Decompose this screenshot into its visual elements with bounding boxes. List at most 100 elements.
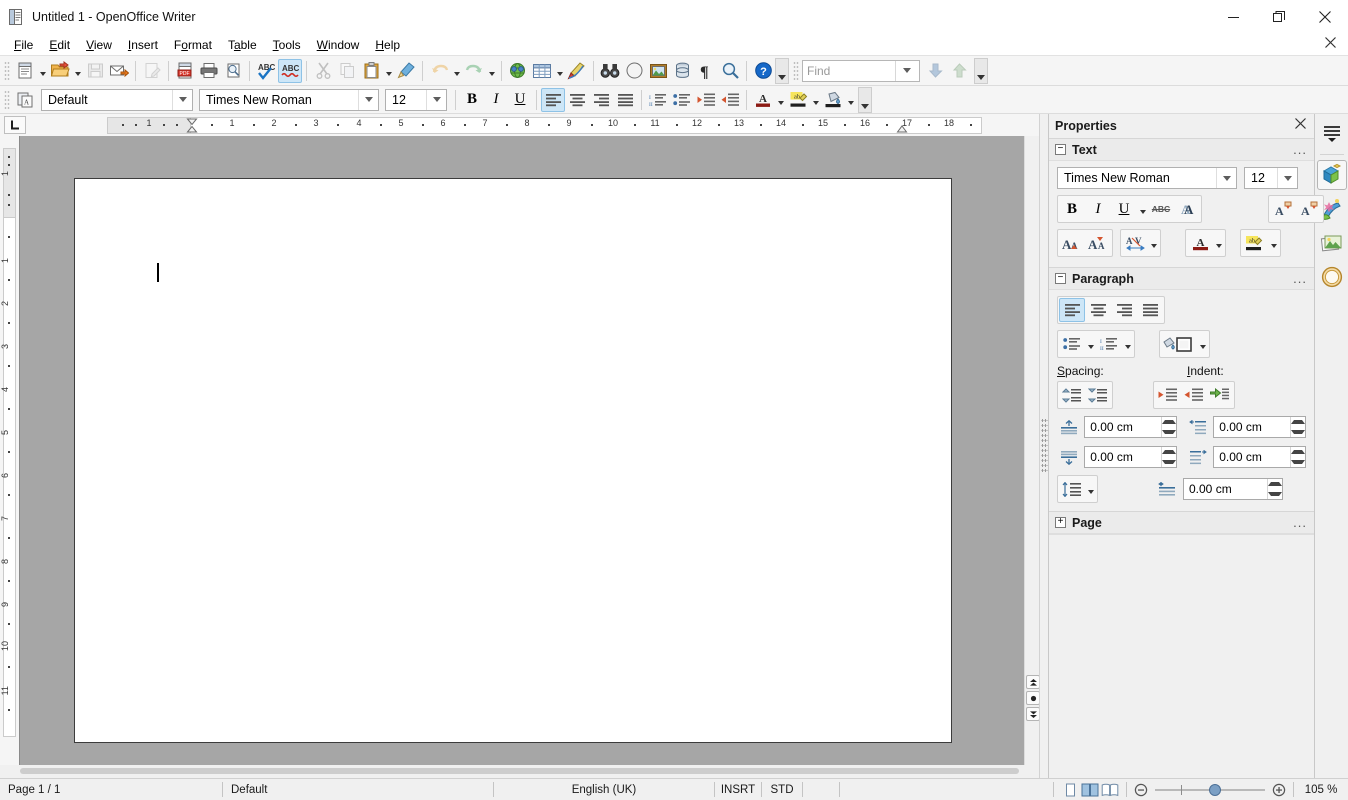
save-button[interactable]	[83, 59, 107, 83]
above-spacing-spinner[interactable]	[1161, 417, 1176, 437]
sidebar-numbered-list-button[interactable]: I II	[1096, 332, 1122, 356]
below-spacing-up[interactable]	[1162, 447, 1176, 457]
sidebar-font-color-dropdown[interactable]	[1213, 231, 1224, 255]
menu-help[interactable]: Help	[367, 35, 408, 55]
help-button[interactable]: ?	[751, 59, 775, 83]
status-page-count[interactable]: Page 1 / 1	[0, 779, 222, 800]
cut-button[interactable]	[311, 59, 335, 83]
paste-button[interactable]	[359, 59, 383, 83]
paragraph-panel-header[interactable]: − Paragraph ...	[1049, 268, 1314, 290]
paste-dropdown[interactable]	[383, 59, 394, 83]
background-color-dropdown[interactable]	[845, 88, 856, 112]
copy-button[interactable]	[335, 59, 359, 83]
sidebar-close-icon[interactable]	[1295, 118, 1306, 132]
increase-indent-button[interactable]	[694, 88, 718, 112]
edit-file-button[interactable]	[140, 59, 164, 83]
sidebar-align-left-button[interactable]	[1059, 298, 1085, 322]
navigator-button[interactable]	[622, 59, 646, 83]
hscroll-track[interactable]	[20, 768, 1019, 774]
line-spacing-dropdown[interactable]	[1085, 477, 1096, 501]
find-previous-button[interactable]	[947, 59, 971, 83]
hanging-indent-button[interactable]	[1207, 383, 1233, 407]
minimize-button[interactable]	[1210, 0, 1256, 34]
sidebar-superscript-button[interactable]: A	[1270, 197, 1296, 221]
email-document-button[interactable]	[107, 59, 131, 83]
before-indent-up[interactable]	[1291, 417, 1305, 427]
status-zoom-value[interactable]: 105 %	[1294, 779, 1348, 800]
sidebar-italic-button[interactable]: I	[1085, 197, 1111, 221]
new-document-button[interactable]	[13, 59, 37, 83]
menu-tools[interactable]: Tools	[265, 35, 309, 55]
restore-button[interactable]	[1256, 0, 1302, 34]
increase-paragraph-spacing-button[interactable]	[1059, 383, 1085, 407]
align-right-button[interactable]	[589, 88, 613, 112]
zoom-slider[interactable]	[1151, 781, 1269, 799]
font-color-dropdown[interactable]	[775, 88, 786, 112]
next-page-button[interactable]	[1026, 707, 1040, 721]
find-replace-button[interactable]	[598, 59, 622, 83]
text-panel-collapse-icon[interactable]: −	[1055, 144, 1066, 155]
sidebar-bullet-list-dropdown[interactable]	[1085, 332, 1096, 356]
close-document-icon[interactable]	[1325, 36, 1336, 52]
sidebar-highlighting-button[interactable]: ab	[1242, 231, 1268, 255]
autospellcheck-button[interactable]: ABC	[278, 58, 302, 83]
font-name-combo[interactable]: Times New Roman	[199, 88, 379, 111]
sidebar-decrease-font-button[interactable]: A A	[1085, 231, 1111, 255]
open-dropdown[interactable]	[72, 59, 83, 83]
toolbar-grip[interactable]	[4, 60, 10, 81]
sidebar-increase-font-button[interactable]: A A	[1059, 231, 1085, 255]
menu-table[interactable]: Table	[220, 35, 265, 55]
after-text-indent-field[interactable]: 0.00 cm	[1213, 446, 1306, 468]
spelling-button[interactable]: ABC	[254, 59, 278, 83]
text-panel-header[interactable]: − Text ...	[1049, 139, 1314, 161]
first-line-indent-field[interactable]: 0.00 cm	[1183, 478, 1283, 500]
before-indent-spinner[interactable]	[1290, 417, 1305, 437]
paragraph-style-dropdown[interactable]	[172, 89, 192, 110]
hscroll-thumb[interactable]	[20, 768, 1019, 774]
highlighting-dropdown[interactable]	[810, 88, 821, 112]
formatting-toolbar-grip[interactable]	[4, 89, 10, 110]
paragraph-panel-collapse-icon[interactable]: −	[1055, 273, 1066, 284]
sidebar-subscript-button[interactable]: A	[1296, 197, 1322, 221]
new-document-dropdown[interactable]	[37, 59, 48, 83]
document-canvas[interactable]	[19, 136, 1024, 765]
undo-button[interactable]	[427, 59, 451, 83]
align-left-button[interactable]	[541, 87, 565, 112]
find-next-button[interactable]	[923, 59, 947, 83]
sidebar-justify-button[interactable]	[1137, 298, 1163, 322]
text-panel-more-options-icon[interactable]: ...	[1293, 142, 1307, 157]
paragraph-panel-more-options-icon[interactable]: ...	[1293, 271, 1307, 286]
horizontal-scrollbar[interactable]	[0, 765, 1039, 778]
sidebar-highlighting-dropdown[interactable]	[1268, 231, 1279, 255]
sidebar-font-name-combo[interactable]: Times New Roman	[1057, 167, 1237, 189]
sidebar-splitter[interactable]	[1039, 114, 1048, 778]
sidebar-shadow-button[interactable]: A A	[1174, 197, 1200, 221]
sidebar-bold-button[interactable]: B	[1059, 197, 1085, 221]
paragraph-style-combo[interactable]: Default	[41, 88, 193, 111]
page-panel-expand-icon[interactable]: +	[1055, 517, 1066, 528]
menu-window[interactable]: Window	[309, 35, 368, 55]
sidebar-strikethrough-button[interactable]: ABC	[1148, 197, 1174, 221]
sidebar-paragraph-background-dropdown[interactable]	[1197, 332, 1208, 356]
sidebar-font-name-dropdown[interactable]	[1216, 168, 1236, 188]
export-pdf-button[interactable]: PDF	[173, 59, 197, 83]
background-color-button[interactable]	[821, 88, 845, 112]
italic-button[interactable]: I	[484, 88, 508, 112]
zoom-slider-handle[interactable]	[1209, 783, 1221, 796]
increase-indent-sidebar-button[interactable]	[1155, 383, 1181, 407]
above-spacing-down[interactable]	[1162, 427, 1176, 437]
find-dropdown-button[interactable]	[895, 60, 917, 81]
menu-insert[interactable]: Insert	[120, 35, 166, 55]
document-page[interactable]	[74, 178, 952, 743]
close-button[interactable]	[1302, 0, 1348, 34]
sidebar-bullet-list-button[interactable]	[1059, 332, 1085, 356]
align-center-button[interactable]	[565, 88, 589, 112]
decrease-paragraph-spacing-button[interactable]	[1085, 383, 1111, 407]
after-indent-up[interactable]	[1291, 447, 1305, 457]
menu-edit[interactable]: Edit	[41, 35, 78, 55]
print-preview-button[interactable]	[221, 59, 245, 83]
ordered-list-button[interactable]: I II	[646, 88, 670, 112]
sidebar-font-color-button[interactable]: A	[1187, 231, 1213, 255]
tab-stop-selector-button[interactable]	[4, 116, 26, 134]
bold-button[interactable]: B	[460, 88, 484, 112]
